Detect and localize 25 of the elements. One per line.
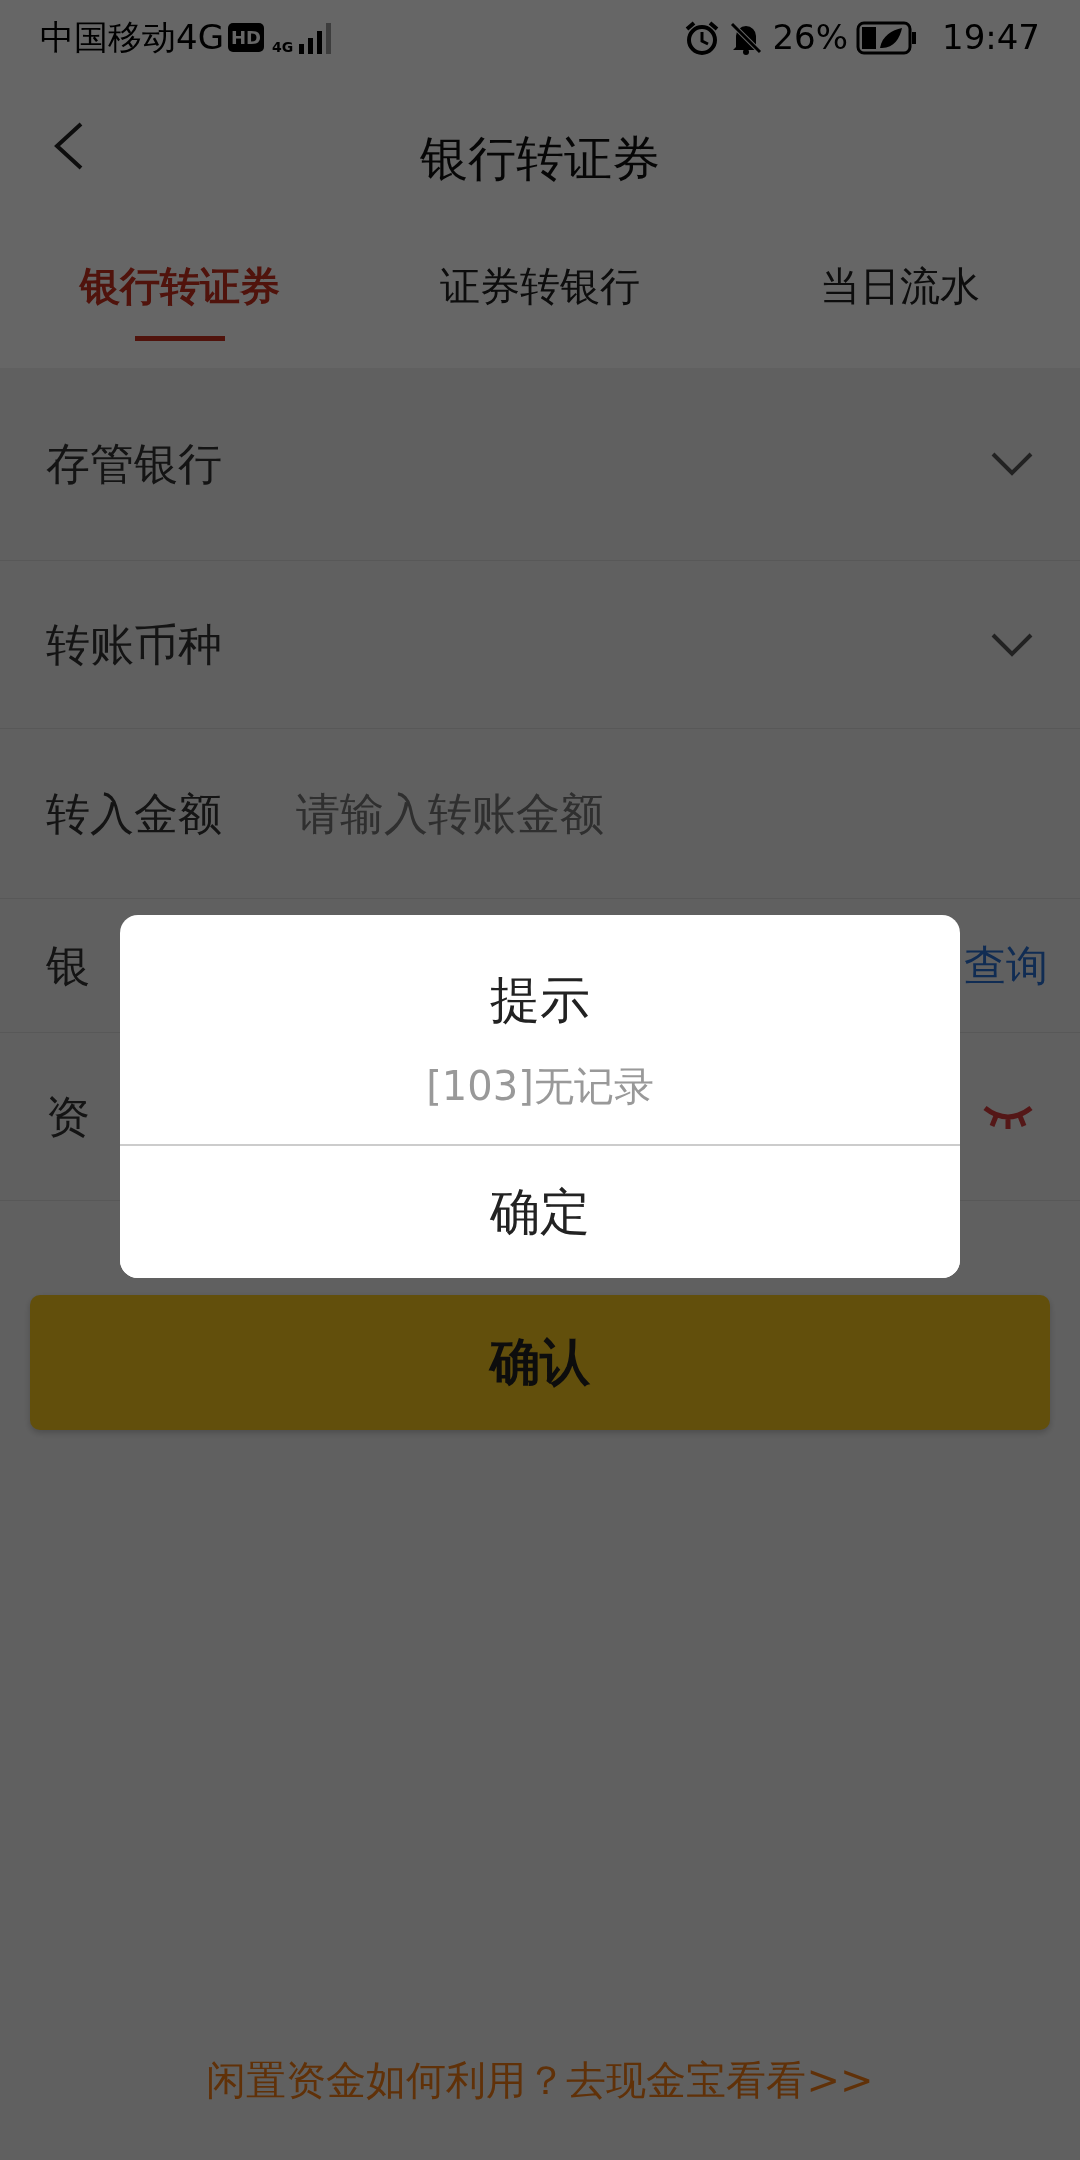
- field-label: 银: [46, 938, 90, 993]
- page-title: 银行转证券: [420, 128, 660, 188]
- chevron-down-icon[interactable]: [990, 451, 1034, 477]
- network-label: 4G: [272, 39, 294, 54]
- field-label: 转入金额: [46, 786, 222, 841]
- ok-button[interactable]: 确定: [120, 1144, 960, 1278]
- alarm-icon: [684, 19, 721, 56]
- field-label: 资: [46, 1089, 90, 1144]
- hd-badge: HD: [228, 23, 264, 52]
- chevron-down-icon[interactable]: [990, 631, 1034, 658]
- tab[interactable]: 证券转银行: [360, 256, 720, 341]
- query-link[interactable]: 查询: [964, 934, 1048, 997]
- dialog-title: 提示: [490, 971, 590, 1029]
- battery-percent: 26%: [772, 16, 848, 59]
- dialog-message: [103]无记录: [426, 1063, 654, 1109]
- field-label: 存管银行: [46, 437, 222, 491]
- clock: 19:47: [942, 16, 1040, 59]
- carrier-label: 中国移动4G: [40, 16, 224, 59]
- confirm-button[interactable]: 确认: [30, 1295, 1050, 1430]
- battery-icon: [856, 20, 918, 55]
- tab[interactable]: 当日流水: [720, 256, 1080, 341]
- tab[interactable]: 银行转证券: [0, 256, 360, 341]
- field-label: 转账币种: [46, 617, 222, 672]
- promo-link[interactable]: 闲置资金如何利用？去现金宝看看>>: [0, 2050, 1080, 2110]
- signal-icon: [297, 21, 334, 54]
